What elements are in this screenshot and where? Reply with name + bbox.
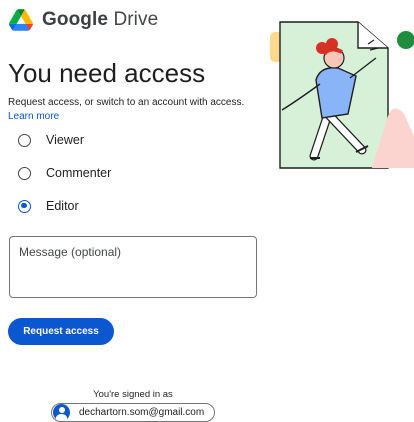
account-email: dechartorn.som@gmail.com bbox=[79, 407, 205, 418]
brand-name-bold: Google bbox=[42, 9, 109, 30]
drive-logo-icon bbox=[9, 9, 33, 31]
role-option-editor[interactable]: Editor bbox=[18, 199, 79, 213]
account-avatar-icon bbox=[53, 404, 70, 421]
account-switcher[interactable]: dechartorn.som@gmail.com bbox=[51, 403, 216, 422]
signed-in-label: You're signed in as bbox=[93, 389, 173, 400]
message-input[interactable]: Message (optional) bbox=[9, 236, 257, 298]
role-label-viewer: Viewer bbox=[46, 133, 84, 147]
page-subtitle: Request access, or switch to an account … bbox=[8, 97, 245, 108]
role-label-editor: Editor bbox=[46, 199, 79, 213]
radio-viewer[interactable] bbox=[18, 133, 31, 147]
brand-name-product: Drive bbox=[113, 9, 159, 30]
access-illustration bbox=[270, 21, 414, 169]
role-option-viewer[interactable]: Viewer bbox=[18, 133, 84, 147]
learn-more-link[interactable]: Learn more bbox=[8, 111, 59, 122]
page-title: You need access bbox=[8, 58, 206, 88]
request-access-button[interactable]: Request access bbox=[8, 318, 114, 345]
role-option-commenter[interactable]: Commenter bbox=[18, 166, 111, 180]
brand-wordmark: Google Drive bbox=[42, 9, 158, 31]
radio-editor[interactable] bbox=[18, 199, 31, 213]
role-label-commenter: Commenter bbox=[46, 166, 112, 180]
message-placeholder: Message (optional) bbox=[19, 245, 122, 259]
google-drive-logo: Google Drive bbox=[9, 9, 158, 31]
radio-commenter[interactable] bbox=[18, 166, 31, 180]
green-dot-shape bbox=[397, 31, 414, 49]
